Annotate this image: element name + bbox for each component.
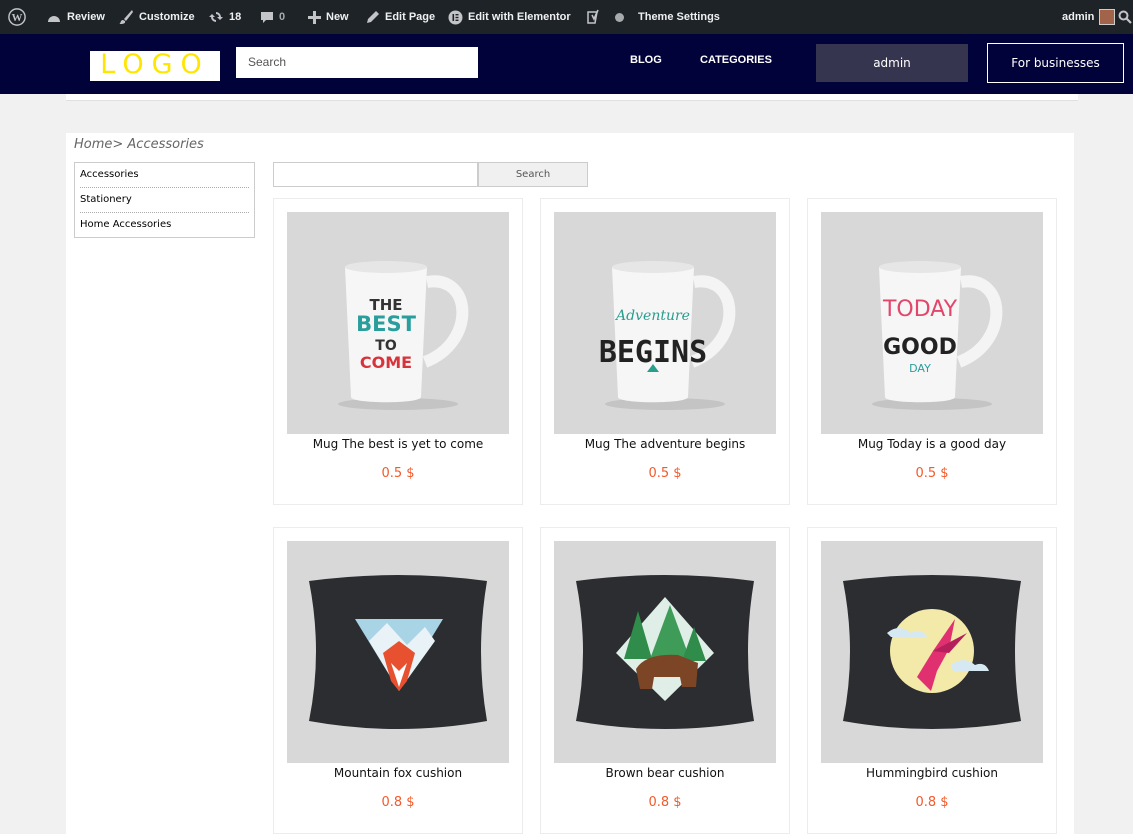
site-logo[interactable]: LOGO <box>90 49 220 81</box>
adminbar-review-label: Review <box>67 11 105 23</box>
svg-text:COME: COME <box>360 353 412 372</box>
product-image-mug-today[interactable]: TODAY GOOD DAY <box>821 212 1043 434</box>
sidebar-item-home-accessories[interactable]: Home Accessories <box>80 213 249 237</box>
product-title[interactable]: Brown bear cushion <box>541 766 789 780</box>
category-sidebar: Accessories Stationery Home Accessories <box>74 162 255 238</box>
adminbar-theme-settings[interactable]: Theme Settings <box>638 0 720 34</box>
avatar <box>1099 9 1116 25</box>
adminbar-updates[interactable]: 18 <box>208 0 241 34</box>
dashboard-icon <box>48 16 60 22</box>
product-card[interactable]: TODAY GOOD DAY Mug Today is a good day 0… <box>807 198 1057 505</box>
comment-icon <box>261 12 273 23</box>
product-title[interactable]: Hummingbird cushion <box>808 766 1056 780</box>
product-price: 0.5 $ <box>648 466 682 481</box>
header-underline <box>66 94 1078 101</box>
adminbar-theme-settings-label: Theme Settings <box>638 11 720 23</box>
plus-icon <box>308 10 321 24</box>
product-image-fox-cushion[interactable] <box>287 541 509 763</box>
updates-icon <box>209 12 223 22</box>
search-icon[interactable] <box>1118 0 1132 34</box>
nav-categories[interactable]: CATEGORIES <box>700 54 772 66</box>
product-price: 0.8 $ <box>648 795 682 810</box>
product-image-bear-cushion[interactable] <box>554 541 776 763</box>
product-card[interactable]: Adventure BEGINS Mug The adventure begin… <box>540 198 790 505</box>
site-header: LOGO Search BLOG CATEGORIES admin For bu… <box>0 34 1133 94</box>
svg-text:W: W <box>12 12 23 24</box>
product-price: 0.8 $ <box>915 795 949 810</box>
product-card[interactable]: THE BEST TO COME Mug The best is yet to … <box>273 198 523 505</box>
category-search-button[interactable]: Search <box>478 162 588 187</box>
product-title[interactable]: Mountain fox cushion <box>274 766 522 780</box>
header-search-placeholder: Search <box>248 55 287 69</box>
product-price: 0.5 $ <box>381 466 415 481</box>
adminbar-new-label: New <box>326 11 349 23</box>
adminbar-customize[interactable]: Customize <box>118 0 195 34</box>
product-title[interactable]: Mug The best is yet to come <box>274 437 522 451</box>
svg-text:DAY: DAY <box>909 362 931 375</box>
wordpress-logo-icon[interactable]: W <box>8 0 26 34</box>
comments-count: 0 <box>279 11 286 23</box>
adminbar-new[interactable]: New <box>308 0 349 34</box>
svg-text:TO: TO <box>375 338 397 354</box>
adminbar-review[interactable]: Review <box>46 0 105 34</box>
seo-status-dot-icon <box>615 12 624 22</box>
admin-button[interactable]: admin <box>816 44 968 82</box>
sidebar-item-stationery[interactable]: Stationery <box>80 188 249 213</box>
product-image-hummingbird-cushion[interactable] <box>821 541 1043 763</box>
header-search-input[interactable]: Search <box>236 47 478 78</box>
product-card[interactable]: Hummingbird cushion 0.8 $ <box>807 527 1057 834</box>
product-card[interactable]: Brown bear cushion 0.8 $ <box>540 527 790 834</box>
nav-blog[interactable]: BLOG <box>630 54 662 66</box>
breadcrumb[interactable]: Home> Accessories <box>74 137 204 152</box>
wp-admin-bar: W Review Customize 18 0 New Edit Page Ed… <box>0 0 1133 34</box>
svg-text:Adventure: Adventure <box>614 308 690 324</box>
adminbar-customize-label: Customize <box>139 11 195 23</box>
product-title[interactable]: Mug The adventure begins <box>541 437 789 451</box>
product-price: 0.5 $ <box>915 466 949 481</box>
product-card[interactable]: Mountain fox cushion 0.8 $ <box>273 527 523 834</box>
updates-count: 18 <box>229 11 242 23</box>
svg-text:BEST: BEST <box>356 312 416 336</box>
svg-text:GOOD: GOOD <box>883 335 957 360</box>
adminbar-edit-elementor[interactable]: Edit with Elementor <box>448 0 571 34</box>
product-image-mug-best[interactable]: THE BEST TO COME <box>287 212 509 434</box>
adminbar-edit-page[interactable]: Edit Page <box>366 0 435 34</box>
product-price: 0.8 $ <box>381 795 415 810</box>
adminbar-username: admin <box>1062 11 1095 23</box>
product-title[interactable]: Mug Today is a good day <box>808 437 1056 451</box>
category-search-input[interactable] <box>273 162 478 187</box>
adminbar-edit-page-label: Edit Page <box>385 11 436 23</box>
for-businesses-button[interactable]: For businesses <box>987 43 1124 83</box>
yoast-seo-icon[interactable] <box>586 0 624 34</box>
product-image-mug-adventure[interactable]: Adventure BEGINS <box>554 212 776 434</box>
brush-icon <box>119 10 133 24</box>
logo-text: LOGO <box>100 49 210 80</box>
adminbar-comments[interactable]: 0 <box>260 0 285 34</box>
adminbar-edit-elementor-label: Edit with Elementor <box>468 11 571 23</box>
adminbar-my-account[interactable]: admin <box>1062 0 1116 34</box>
elementor-icon <box>448 10 463 24</box>
sidebar-item-accessories[interactable]: Accessories <box>80 163 249 188</box>
svg-text:TODAY: TODAY <box>882 297 958 322</box>
pencil-icon <box>367 11 379 23</box>
